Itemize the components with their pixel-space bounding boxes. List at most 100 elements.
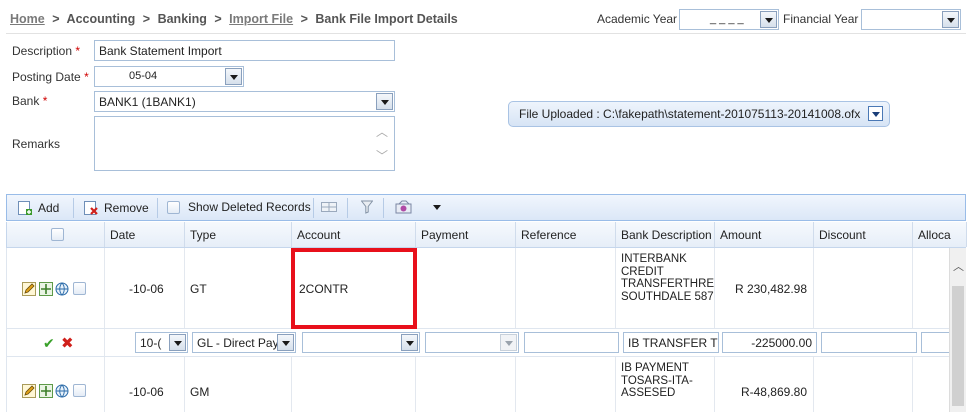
- account-select[interactable]: [302, 332, 420, 353]
- chevron-down-icon[interactable]: [277, 334, 294, 351]
- breadcrumb-import-file-link[interactable]: Import File: [229, 12, 293, 26]
- row-checkbox[interactable]: [73, 384, 86, 397]
- expand-chevron-icon[interactable]: [868, 106, 883, 121]
- type-value: GM: [190, 385, 210, 399]
- filter-icon: [360, 200, 374, 214]
- reference-cell: [516, 357, 616, 412]
- type-value: GT: [190, 282, 207, 296]
- posting-date-value: 05-04: [129, 70, 158, 82]
- chevron-down-icon[interactable]: [942, 11, 959, 28]
- toolbar-divider: [383, 198, 384, 218]
- date-cell: -10-06: [105, 357, 185, 412]
- amount-cell: R 230,482.98: [715, 248, 814, 328]
- scroll-down-icon[interactable]: ﹀: [376, 147, 388, 164]
- remove-button[interactable]: Remove: [83, 200, 149, 216]
- file-uploaded-panel: File Uploaded : C:\fakepath\statement-20…: [508, 101, 890, 127]
- breadcrumb-home-link[interactable]: Home: [10, 12, 45, 26]
- column-payment[interactable]: Payment: [416, 222, 516, 247]
- description-field[interactable]: Bank Statement Import: [94, 40, 395, 61]
- chevron-down-icon[interactable]: [760, 11, 777, 28]
- amount-value: R-48,869.80: [740, 385, 807, 399]
- remove-label: Remove: [104, 201, 149, 215]
- discount-input[interactable]: [821, 332, 917, 353]
- breadcrumb-banking: Banking: [157, 12, 207, 26]
- payment-cell: [416, 248, 516, 328]
- date-input[interactable]: 10-(: [135, 332, 188, 353]
- split-icon[interactable]: [39, 282, 53, 296]
- toolbar-divider: [347, 198, 348, 218]
- row-actions-cell: [7, 357, 105, 412]
- column-reference[interactable]: Reference: [516, 222, 616, 247]
- show-deleted-records-toggle[interactable]: Show Deleted Records: [167, 200, 311, 214]
- date-input-value: 10-(: [140, 336, 162, 350]
- export-menu-button[interactable]: [395, 200, 441, 214]
- table-row[interactable]: -10-06 GT 2CONTR INTERBANK CREDIT TRANSF…: [6, 248, 966, 329]
- column-allocation[interactable]: Alloca: [913, 222, 967, 247]
- confirm-check-icon[interactable]: ✔: [43, 335, 55, 352]
- reference-cell: [516, 248, 616, 328]
- type-select[interactable]: GL - Direct Pay: [192, 332, 296, 353]
- description-label-text: Description: [12, 44, 73, 58]
- table-row-editing[interactable]: ✔ ✖ 10-( GL - Direct Pay IB TRANSFER TC …: [6, 329, 966, 357]
- filter-button[interactable]: [360, 200, 374, 214]
- row-actions-cell: [7, 248, 105, 328]
- edit-icon[interactable]: [22, 282, 36, 296]
- chevron-down-icon[interactable]: [401, 334, 418, 351]
- breadcrumb-separator: >: [214, 12, 222, 26]
- cancel-x-icon[interactable]: ✖: [61, 334, 74, 352]
- chevron-down-icon[interactable]: [225, 68, 242, 85]
- globe-icon[interactable]: [55, 282, 69, 296]
- columns-button[interactable]: [321, 200, 337, 214]
- row-actions-cell: ✔ ✖: [7, 329, 105, 356]
- column-select[interactable]: [7, 222, 105, 247]
- column-amount[interactable]: Amount: [715, 222, 814, 247]
- academic-year-select[interactable]: _ _ _ _: [679, 9, 779, 30]
- account-cell[interactable]: [292, 357, 416, 412]
- row-checkbox[interactable]: [73, 282, 86, 295]
- column-discount[interactable]: Discount: [814, 222, 913, 247]
- scroll-up-icon[interactable]: ︿: [376, 123, 388, 140]
- scroll-up-arrow-icon[interactable]: ︿: [953, 258, 964, 274]
- chevron-down-icon[interactable]: [376, 93, 393, 110]
- split-icon[interactable]: [39, 384, 53, 398]
- column-date[interactable]: Date: [105, 222, 185, 247]
- posting-date-label-text: Posting Date: [12, 70, 81, 84]
- bank-description-value: INTERBANK CREDIT TRANSFERTHREE SOUTHDALE…: [621, 253, 715, 303]
- date-value: -10-06: [129, 385, 164, 399]
- export-icon: [395, 200, 413, 214]
- required-mark: *: [75, 44, 81, 58]
- breadcrumb-separator: >: [52, 12, 60, 26]
- type-select-value: GL - Direct Pay: [197, 336, 279, 350]
- financial-year-label: Financial Year: [783, 12, 859, 26]
- column-type[interactable]: Type: [185, 222, 292, 247]
- description-label: Description *: [12, 44, 80, 58]
- bank-description-input[interactable]: IB TRANSFER TC: [623, 332, 719, 353]
- add-label: Add: [38, 201, 60, 215]
- amount-input[interactable]: -225000.00: [722, 332, 817, 353]
- columns-icon: [321, 200, 337, 214]
- financial-year-select[interactable]: [861, 9, 961, 30]
- bank-select[interactable]: BANK1 (1BANK1): [94, 91, 395, 112]
- posting-date-field[interactable]: 05-04: [94, 66, 244, 87]
- date-cell: -10-06: [105, 248, 185, 328]
- edit-icon[interactable]: [22, 384, 36, 398]
- column-account[interactable]: Account: [292, 222, 416, 247]
- bank-description-cell: INTERBANK CREDIT TRANSFERTHREE SOUTHDALE…: [616, 248, 715, 328]
- type-cell: GM: [185, 357, 292, 412]
- toolbar-divider: [73, 198, 74, 218]
- scrollbar-thumb[interactable]: [952, 286, 964, 406]
- toolbar-divider: [157, 198, 158, 218]
- table-row[interactable]: -10-06 GM IB PAYMENT TOSARS-ITA-ASSESED …: [6, 357, 966, 412]
- globe-icon[interactable]: [55, 384, 69, 398]
- remarks-textarea[interactable]: ︿ ﹀: [94, 116, 395, 171]
- grid-header: Date Type Account Payment Reference Bank…: [6, 222, 967, 248]
- reference-input[interactable]: [524, 332, 619, 353]
- bank-description-value: IB PAYMENT TOSARS-ITA-ASSESED: [621, 362, 693, 399]
- export-dropdown-icon[interactable]: [433, 204, 441, 210]
- grid-vertical-scrollbar[interactable]: ︿: [949, 248, 966, 412]
- chevron-down-icon[interactable]: [169, 334, 186, 351]
- select-all-checkbox[interactable]: [51, 228, 64, 241]
- column-bank-description[interactable]: Bank Description: [616, 222, 715, 247]
- add-button[interactable]: Add: [17, 200, 59, 216]
- show-deleted-checkbox[interactable]: [167, 200, 180, 214]
